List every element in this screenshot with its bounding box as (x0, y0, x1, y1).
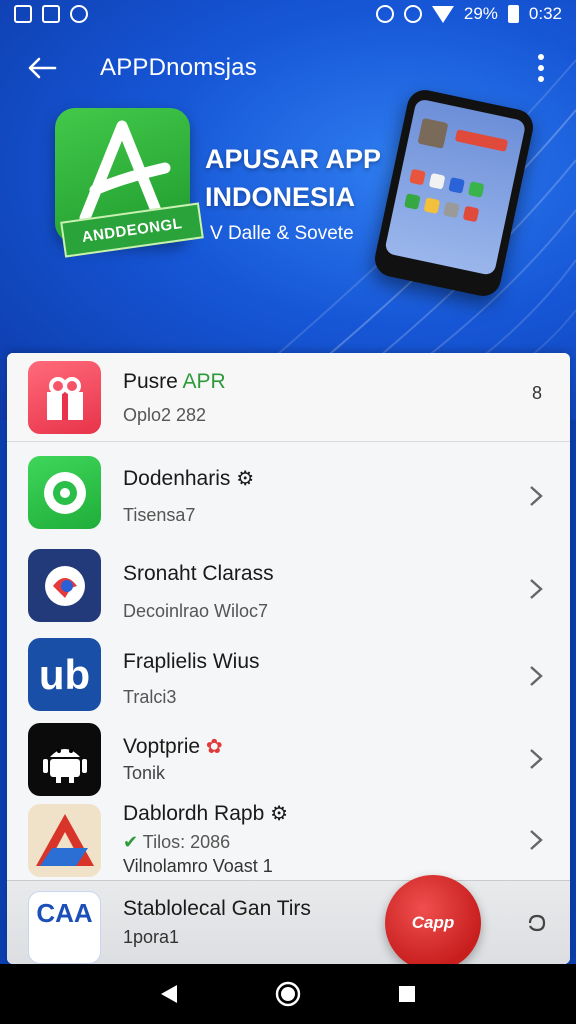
clock: 0:32 (528, 4, 562, 23)
blue-chat-icon (28, 549, 101, 622)
nav-back-button[interactable] (149, 974, 189, 1014)
featured-subtitle: Oplo2 282 (123, 405, 207, 425)
ub-icon: ub (28, 638, 101, 711)
vibrate-icon (375, 5, 394, 23)
phone-app-icon (448, 177, 465, 194)
nav-back-icon (161, 985, 178, 1003)
phone-app-icon (443, 201, 460, 219)
battery-percent: 29% (463, 4, 498, 23)
phone-app-icon (409, 168, 426, 186)
chevron-right-icon (530, 486, 543, 506)
featured-counter: 8 (531, 383, 542, 403)
gift-icon (28, 361, 101, 434)
settings-icon: ⚙ (236, 468, 255, 490)
back-arrow-icon (28, 57, 57, 79)
app-list: Pusre APR Oplo2 282 8 Dodenharis ⚙ Tisen… (7, 353, 570, 964)
nav-home-icon (275, 981, 301, 1007)
list-item-title: Dablordh Rapb ⚙ (123, 801, 288, 826)
list-item-subtitle: Tonik (123, 763, 166, 783)
phone-photo-icon (417, 117, 449, 149)
banner-title: APUSAR APP INDONESIA (205, 140, 381, 216)
phone-app-icon (428, 172, 446, 190)
phone-app-icon (462, 205, 480, 223)
divider (7, 441, 570, 442)
check-icon: ✔ (123, 832, 139, 852)
list-item-title-text: Voptprie (123, 735, 201, 758)
alarm-icon (403, 5, 422, 23)
status-bar: 29% 0:32 (0, 0, 576, 28)
phone-app-icon (404, 193, 421, 210)
list-item[interactable]: Dodenharis ⚙ Tisensa7 (7, 448, 570, 538)
status-right: 29% 0:32 (375, 4, 562, 24)
featured-app-row[interactable]: Pusre APR Oplo2 282 8 (7, 353, 570, 441)
chevron-right-icon (530, 830, 543, 850)
list-item[interactable]: ub Fraplielis Wius Tralci3 (7, 632, 570, 720)
list-item-subtitle: Tilos: 2086 (142, 832, 231, 852)
phone-app-icon (423, 197, 441, 214)
list-item-title-text: Dablordh Rapb (123, 802, 265, 825)
list-item-title: Fraplielis Wius (123, 650, 260, 673)
nav-recents-icon (398, 986, 415, 1002)
page-title: APPDnomsjas (100, 54, 257, 81)
banner-title-line1: APUSAR APP (205, 144, 382, 174)
list-item-title-text: Dodenharis (123, 467, 231, 490)
more-dot-icon (538, 76, 544, 82)
nav-recents-button[interactable] (387, 974, 427, 1014)
featured-title: Pusre APR (123, 370, 226, 394)
nav-home-button[interactable] (268, 974, 308, 1014)
featured-title-text: Pusre (123, 370, 178, 393)
list-item-subtitle: Tralci3 (123, 687, 177, 707)
caa-icon: CAA (28, 891, 101, 964)
list-item-subtitle: Decoinlrao Wiloc7 (123, 601, 269, 621)
list-item-subtitle-2: Vilnolamro Voast 1 (123, 856, 273, 876)
info-notification-icon (70, 5, 88, 23)
chevron-right-icon (530, 579, 543, 599)
top-app-bar: APPDnomsjas (0, 38, 576, 98)
list-item-title: Dodenharis ⚙ (123, 466, 254, 491)
green-target-icon (28, 456, 101, 529)
list-item[interactable]: Voptprie ✿ Tonik (7, 719, 570, 803)
battery-icon (507, 5, 519, 23)
more-dot-icon (538, 65, 544, 71)
list-item-subtitle: 1pora1 (123, 927, 180, 947)
caa-icon-label: CAA (36, 898, 93, 928)
banner-subtitle: V Dalle & Sovete (210, 223, 354, 244)
list-item-title: Stablolecal Gan Tirs (123, 897, 311, 920)
list-item[interactable]: Sronaht Clarass Decoinlrao Wiloc7 (7, 541, 570, 631)
list-item-title: Sronaht Clarass (123, 562, 274, 585)
floating-badge[interactable]: Capp (385, 875, 481, 964)
settings-red-icon: ✿ (205, 736, 223, 758)
chevron-right-icon (530, 749, 543, 769)
banner-title-line2: INDONESIA (205, 182, 356, 212)
red-triangle-icon (28, 804, 101, 877)
chevron-right-icon (530, 666, 543, 686)
phone-app-icon (467, 181, 485, 198)
gallery-notification-icon (14, 5, 32, 23)
back-button[interactable] (20, 46, 64, 90)
android-icon (28, 723, 101, 796)
more-options-button[interactable] (526, 48, 556, 88)
settings-icon: ⚙ (270, 803, 289, 825)
more-dot-icon (538, 54, 544, 60)
phone-banner-icon (454, 129, 509, 152)
app-notification-icon (42, 5, 60, 23)
list-item[interactable]: Dablordh Rapb ⚙ ✔ Tilos: 2086 Vilnolamro… (7, 798, 570, 882)
list-item-partial[interactable]: CAA Stablolecal Gan Tirs 1pora1 (7, 880, 570, 964)
wifi-icon (431, 5, 454, 23)
featured-title-accent: APR (182, 370, 226, 393)
status-left (14, 5, 88, 23)
refresh-icon[interactable] (526, 913, 548, 933)
phone-screen (384, 98, 527, 277)
list-item-status: ✔ Tilos: 2086 (123, 832, 230, 853)
list-item-subtitle: Tisensa7 (123, 505, 196, 525)
system-nav-bar (0, 964, 576, 1024)
list-item-title: Voptprie ✿ (123, 734, 223, 759)
